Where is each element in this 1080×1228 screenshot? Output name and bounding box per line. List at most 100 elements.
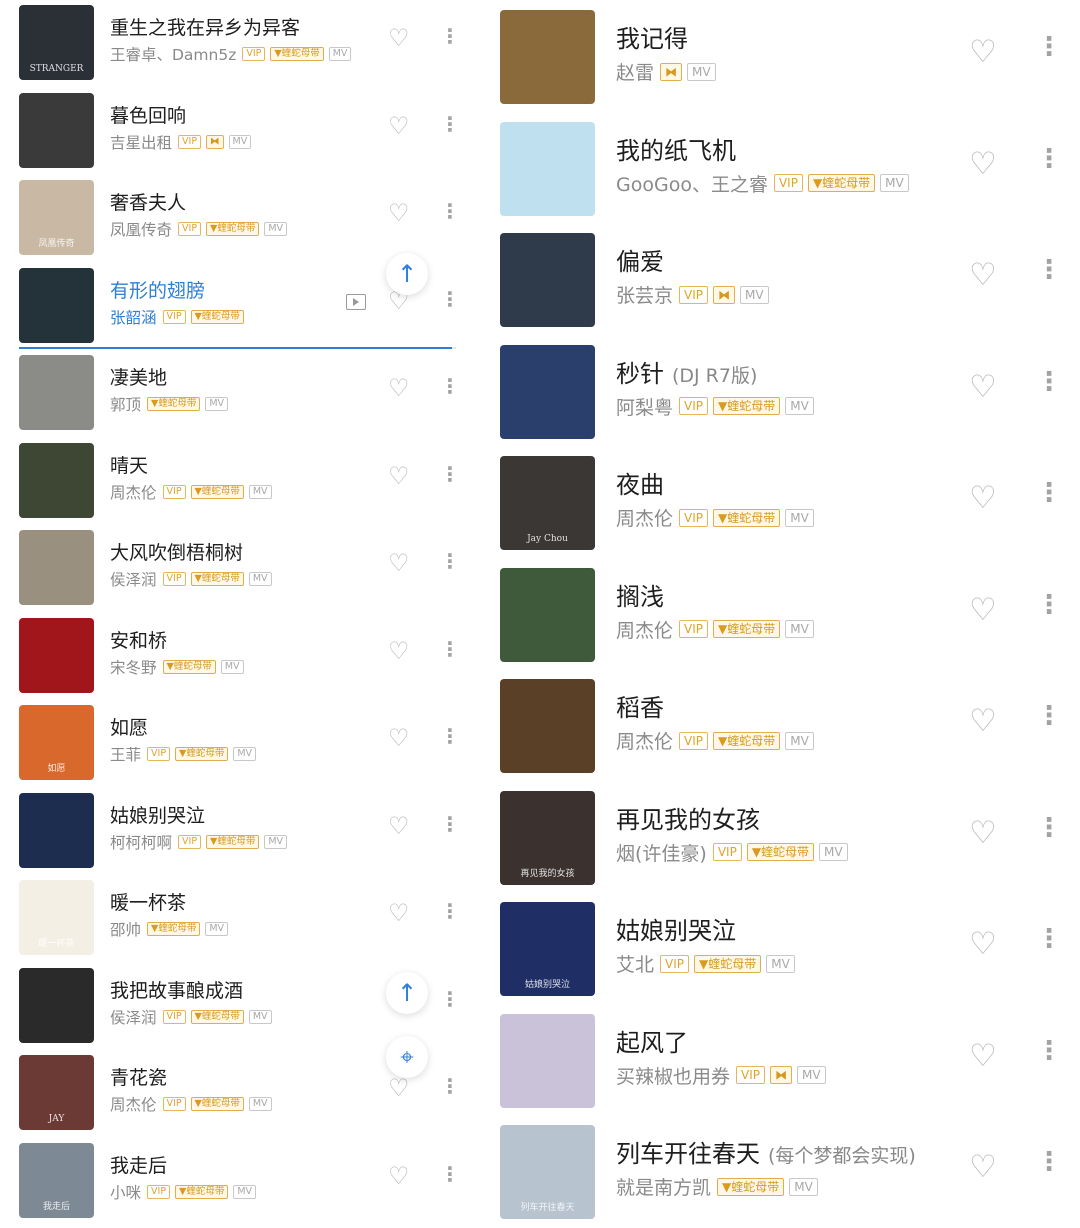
more-dots-icon[interactable]: ⋮ <box>440 464 460 484</box>
more-dots-icon[interactable]: ⋮ <box>440 989 460 1009</box>
song-row[interactable]: 偏爱 张芸京 VIP ⧓ MV ♡ ⋮ <box>480 223 1080 335</box>
more-dots-icon[interactable]: ⋮ <box>1036 592 1062 618</box>
artist-name[interactable]: 周杰伦 <box>616 504 673 531</box>
heart-icon[interactable]: ♡ <box>388 549 410 577</box>
song-row[interactable]: 搁浅 周杰伦 VIP ▼蝰蛇母带 MV ♡ ⋮ <box>480 558 1080 670</box>
heart-icon[interactable]: ♡ <box>969 146 997 182</box>
more-dots-icon[interactable]: ⋮ <box>440 289 460 309</box>
heart-icon[interactable]: ♡ <box>969 1038 997 1074</box>
artist-name[interactable]: 王菲 <box>110 743 141 765</box>
more-dots-icon[interactable]: ⋮ <box>1036 1149 1062 1175</box>
artist-name[interactable]: 就是南方凯 <box>616 1173 711 1200</box>
heart-icon[interactable]: ♡ <box>388 374 410 402</box>
artist-name[interactable]: 烟(许佳豪) <box>616 839 707 866</box>
more-dots-icon[interactable]: ⋮ <box>440 726 460 746</box>
song-row[interactable]: 晴天 周杰伦 VIP ▼蝰蛇母带 MV ♡ ⋮ <box>0 438 460 526</box>
heart-icon[interactable]: ♡ <box>969 815 997 851</box>
song-row[interactable]: 如愿 如愿 王菲 VIP ▼蝰蛇母带 MV ♡ ⋮ <box>0 700 460 788</box>
artist-name[interactable]: 艾北 <box>616 950 654 977</box>
heart-icon[interactable]: ♡ <box>969 926 997 962</box>
more-dots-icon[interactable]: ⋮ <box>440 639 460 659</box>
more-dots-icon[interactable]: ⋮ <box>1036 257 1062 283</box>
artist-name[interactable]: 买辣椒也用券 <box>616 1062 730 1089</box>
song-row[interactable]: 我走后 我走后 小咪 VIP ▼蝰蛇母带 MV ♡ ⋮ <box>0 1138 460 1226</box>
song-row[interactable]: 秒针 (DJ R7版) 阿梨粤 VIP ▼蝰蛇母带 MV ♡ ⋮ <box>480 335 1080 447</box>
song-row[interactable]: 大风吹倒梧桐树 侯泽润 VIP ▼蝰蛇母带 MV ♡ ⋮ <box>0 525 460 613</box>
song-row[interactable]: 我记得 赵雷 ⧓ MV ♡ ⋮ <box>480 0 1080 112</box>
more-dots-icon[interactable]: ⋮ <box>440 201 460 221</box>
song-row[interactable]: 暖一杯茶 暖一杯茶 邵帅 ▼蝰蛇母带 MV ♡ ⋮ <box>0 875 460 963</box>
artist-name[interactable]: 侯泽润 <box>110 1006 157 1028</box>
song-row[interactable]: 稻香 周杰伦 VIP ▼蝰蛇母带 MV ♡ ⋮ <box>480 669 1080 781</box>
artist-name[interactable]: 邵帅 <box>110 918 141 940</box>
heart-icon[interactable]: ♡ <box>388 637 410 665</box>
more-dots-icon[interactable]: ⋮ <box>440 551 460 571</box>
artist-name[interactable]: 周杰伦 <box>616 727 673 754</box>
artist-name[interactable]: 周杰伦 <box>616 616 673 643</box>
song-row[interactable]: 安和桥 宋冬野 ▼蝰蛇母带 MV ♡ ⋮ <box>0 613 460 701</box>
more-dots-icon[interactable]: ⋮ <box>1036 146 1062 172</box>
mv-play-icon[interactable] <box>346 293 366 310</box>
artist-name[interactable]: 张芸京 <box>616 281 673 308</box>
heart-icon[interactable]: ♡ <box>969 703 997 739</box>
heart-icon[interactable]: ♡ <box>969 1149 997 1185</box>
heart-icon[interactable]: ♡ <box>969 369 997 405</box>
artist-name[interactable]: 吉星出租 <box>110 131 172 153</box>
heart-icon[interactable]: ♡ <box>969 592 997 628</box>
locate-current-button[interactable]: ⌖ <box>386 1036 428 1078</box>
artist-name[interactable]: 小咪 <box>110 1181 141 1203</box>
heart-icon[interactable]: ♡ <box>969 480 997 516</box>
artist-name[interactable]: 周杰伦 <box>110 481 157 503</box>
more-dots-icon[interactable]: ⋮ <box>440 1076 460 1096</box>
heart-icon[interactable]: ♡ <box>388 724 410 752</box>
artist-name[interactable]: GooGoo、王之睿 <box>616 170 768 197</box>
more-dots-icon[interactable]: ⋮ <box>440 1164 460 1184</box>
artist-name[interactable]: 侯泽润 <box>110 568 157 590</box>
heart-icon[interactable]: ♡ <box>388 24 410 52</box>
heart-icon[interactable]: ♡ <box>388 462 410 490</box>
more-dots-icon[interactable]: ⋮ <box>1036 926 1062 952</box>
artist-name[interactable]: 郭顶 <box>110 393 141 415</box>
heart-icon[interactable]: ♡ <box>388 812 410 840</box>
more-dots-icon[interactable]: ⋮ <box>1036 34 1062 60</box>
hq-master-badge: ▼蝰蛇母带 <box>713 508 781 527</box>
heart-icon[interactable]: ♡ <box>969 34 997 70</box>
more-dots-icon[interactable]: ⋮ <box>1036 703 1062 729</box>
back-to-top-button[interactable]: ↑ <box>386 253 428 295</box>
song-row[interactable]: 姑娘别哭泣 姑娘别哭泣 艾北 VIP ▼蝰蛇母带 MV ♡ ⋮ <box>480 892 1080 1004</box>
song-row[interactable]: 暮色回响 吉星出租 VIP ⧓ MV ♡ ⋮ <box>0 88 460 176</box>
song-row[interactable]: 姑娘别哭泣 柯柯柯啊 VIP ▼蝰蛇母带 MV ♡ ⋮ <box>0 788 460 876</box>
more-dots-icon[interactable]: ⋮ <box>1036 369 1062 395</box>
heart-icon[interactable]: ♡ <box>969 257 997 293</box>
song-row[interactable]: Jay Chou 夜曲 周杰伦 VIP ▼蝰蛇母带 MV ♡ ⋮ <box>480 446 1080 558</box>
artist-name[interactable]: 凤凰传奇 <box>110 218 172 240</box>
more-dots-icon[interactable]: ⋮ <box>440 26 460 46</box>
heart-icon[interactable]: ♡ <box>388 1074 410 1102</box>
more-dots-icon[interactable]: ⋮ <box>440 376 460 396</box>
song-row[interactable]: 我的纸飞机 GooGoo、王之睿 VIP ▼蝰蛇母带 MV ♡ ⋮ <box>480 112 1080 224</box>
artist-name[interactable]: 王睿卓、Damn5z <box>110 43 236 65</box>
more-dots-icon[interactable]: ⋮ <box>1036 1038 1062 1064</box>
song-row[interactable]: 凤凰传奇 奢香夫人 凤凰传奇 VIP ▼蝰蛇母带 MV ♡ ⋮ <box>0 175 460 263</box>
artist-name[interactable]: 赵雷 <box>616 58 654 85</box>
more-dots-icon[interactable]: ⋮ <box>1036 815 1062 841</box>
song-row[interactable]: 再见我的女孩 再见我的女孩 烟(许佳豪) VIP ▼蝰蛇母带 MV ♡ ⋮ <box>480 781 1080 893</box>
song-row[interactable]: 起风了 买辣椒也用券 VIP ⧓ MV ♡ ⋮ <box>480 1004 1080 1116</box>
heart-icon[interactable]: ♡ <box>388 1162 410 1190</box>
more-dots-icon[interactable]: ⋮ <box>440 814 460 834</box>
artist-name[interactable]: 张韶涵 <box>110 306 157 328</box>
song-row[interactable]: STRANGER 重生之我在异乡为异客 王睿卓、Damn5z VIP ▼蝰蛇母带 MV ♡ ⋮ <box>0 0 460 88</box>
more-dots-icon[interactable]: ⋮ <box>440 901 460 921</box>
back-to-top-button[interactable]: ↑ <box>386 972 428 1014</box>
more-dots-icon[interactable]: ⋮ <box>440 114 460 134</box>
heart-icon[interactable]: ♡ <box>388 199 410 227</box>
artist-name[interactable]: 阿梨粤 <box>616 393 673 420</box>
more-dots-icon[interactable]: ⋮ <box>1036 480 1062 506</box>
artist-name[interactable]: 宋冬野 <box>110 656 157 678</box>
song-row[interactable]: 列车开往春天 列车开往春天 (每个梦都会实现) 就是南方凯 ▼蝰蛇母带 MV ♡ ⋮ <box>480 1115 1080 1227</box>
heart-icon[interactable]: ♡ <box>388 899 410 927</box>
song-row[interactable]: 凄美地 郭顶 ▼蝰蛇母带 MV ♡ ⋮ <box>0 350 460 438</box>
artist-name[interactable]: 柯柯柯啊 <box>110 831 172 853</box>
artist-name[interactable]: 周杰伦 <box>110 1093 157 1115</box>
heart-icon[interactable]: ♡ <box>388 112 410 140</box>
